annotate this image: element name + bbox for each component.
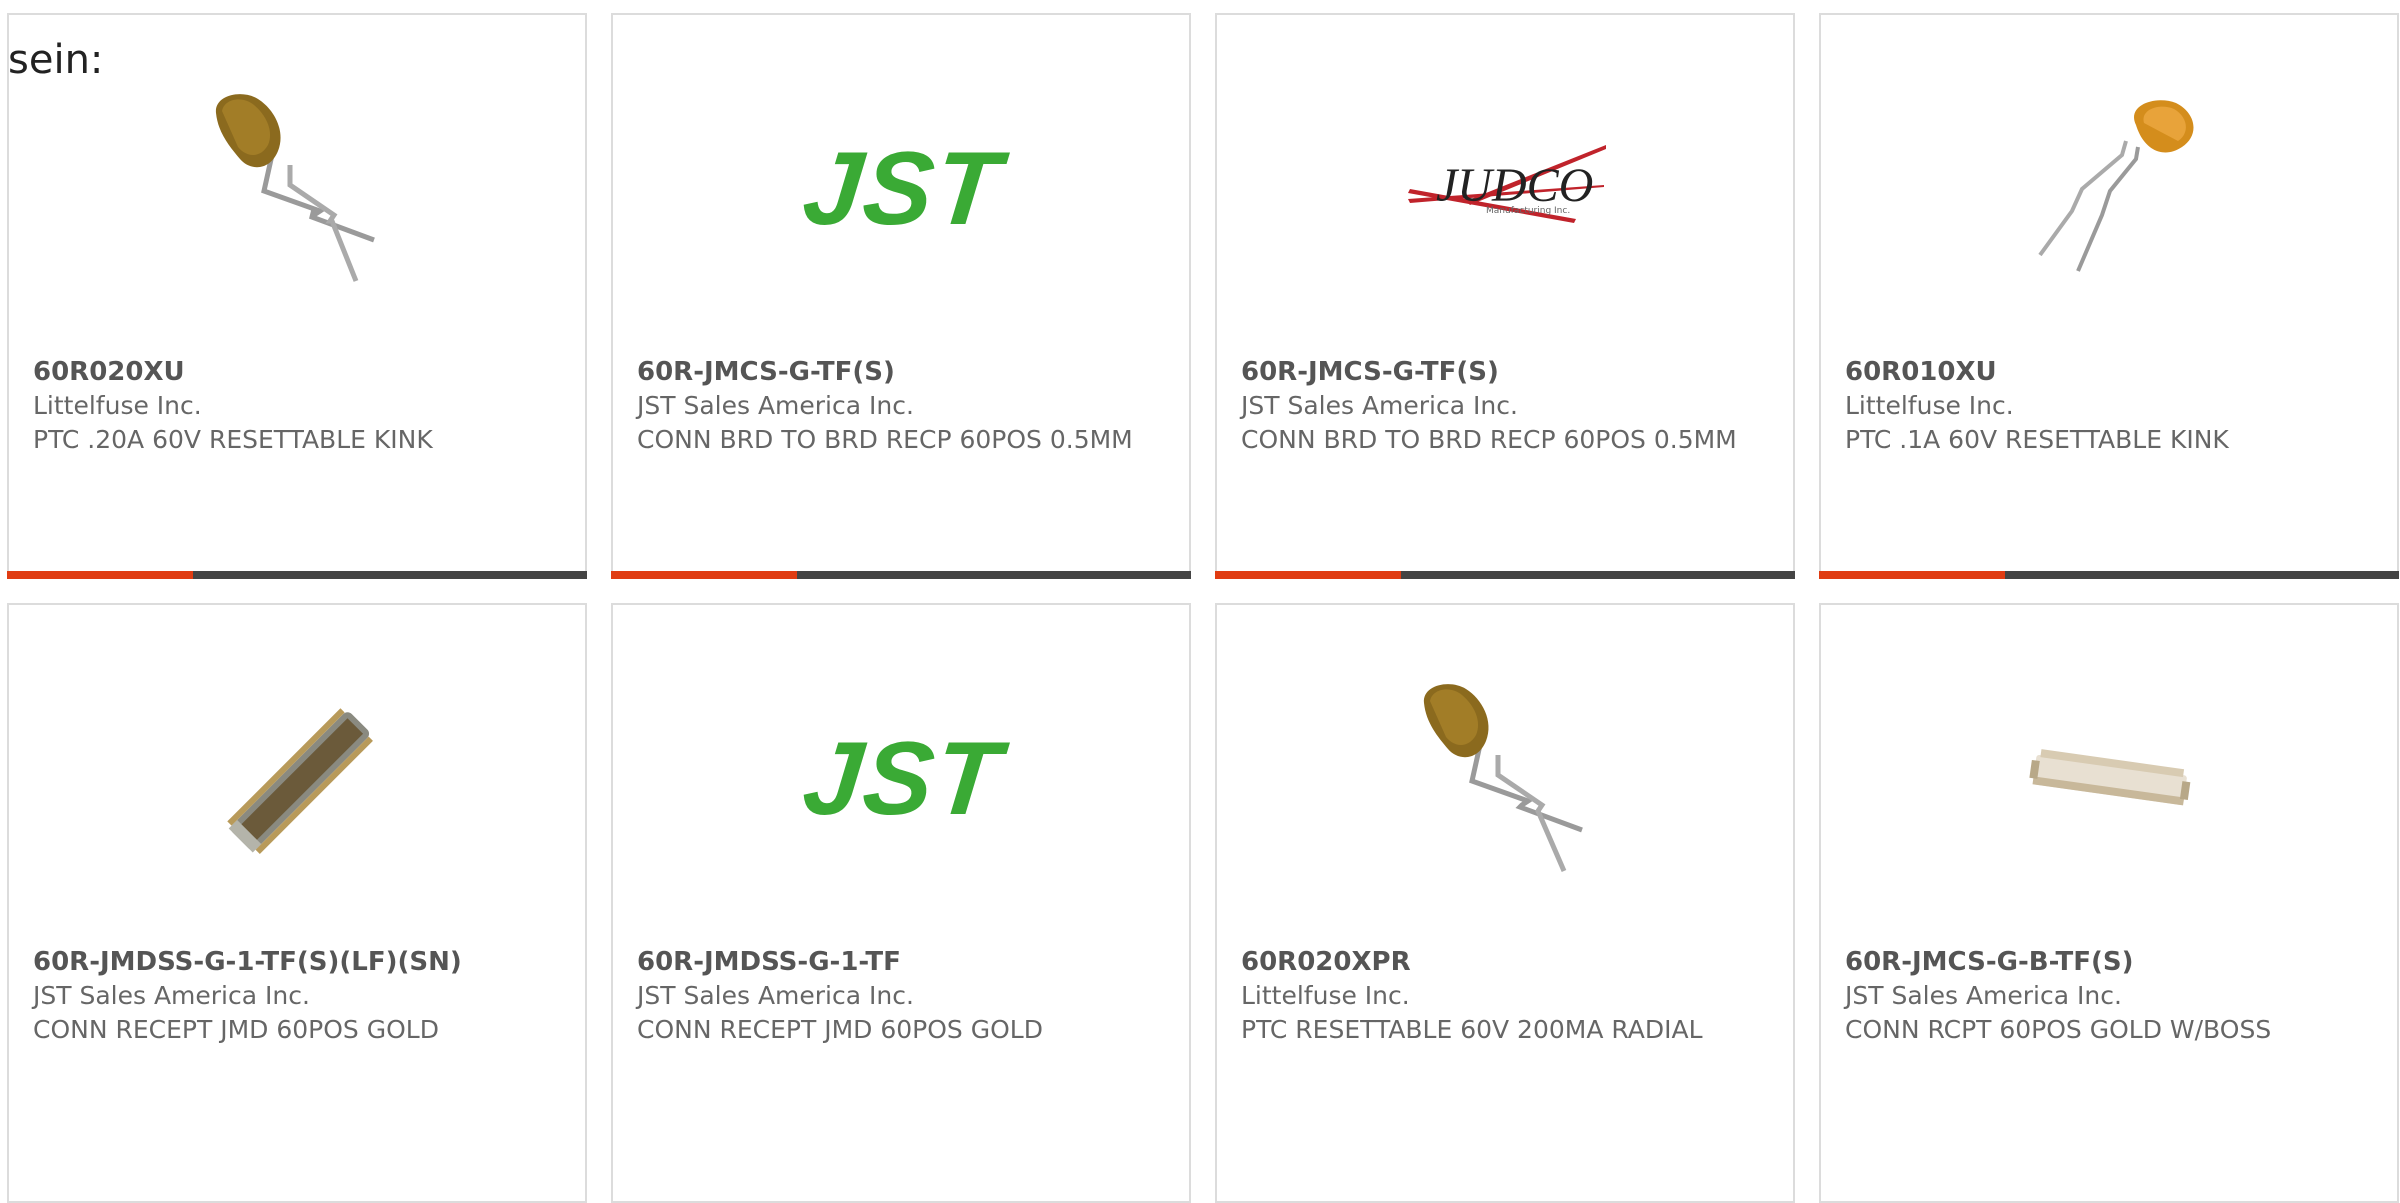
description: CONN BRD TO BRD RECP 60POS 0.5MM (1241, 425, 1737, 454)
part-number[interactable]: 60R-JMCS-G-TF(S) (637, 355, 1165, 389)
product-card[interactable]: 60R-JMDSS-G-1-TF(S)(LF)(SN) JST Sales Am… (7, 603, 587, 1203)
description: CONN RECEPT JMD 60POS GOLD (637, 1015, 1043, 1044)
product-card[interactable]: JUDCO Manufacturing Inc. 60R-JMCS-G-TF(S… (1215, 13, 1795, 579)
judco-logo-subtext: Manufacturing Inc. (1486, 206, 1570, 216)
manufacturer: JST Sales America Inc. (637, 391, 914, 420)
ptc-fuse-icon[interactable] (194, 85, 402, 293)
part-number[interactable]: 60R-JMCS-G-B-TF(S) (1845, 945, 2373, 979)
manufacturer: Littelfuse Inc. (1241, 981, 1410, 1010)
part-number[interactable]: 60R-JMCS-G-TF(S) (1241, 355, 1769, 389)
intro-text: sein: (8, 37, 104, 83)
product-card[interactable]: 60R010XU Littelfuse Inc. PTC .1A 60V RES… (1819, 13, 2399, 579)
judco-logo[interactable]: JUDCO Manufacturing Inc. (1402, 85, 1610, 293)
judco-logo-text: JUDCO (1436, 159, 1593, 212)
progress-bar (611, 571, 1191, 579)
part-number[interactable]: 60R-JMDSS-G-1-TF (637, 945, 1165, 979)
progress-fill (7, 571, 193, 579)
manufacturer: JST Sales America Inc. (637, 981, 914, 1010)
description: PTC RESETTABLE 60V 200MA RADIAL (1241, 1015, 1703, 1044)
progress-bar (1215, 571, 1795, 579)
product-grid: 60R020XU Littelfuse Inc. PTC .20A 60V RE… (7, 13, 2400, 1203)
product-info: 60R-JMDSS-G-1-TF(S)(LF)(SN) JST Sales Am… (33, 945, 561, 1047)
description: CONN BRD TO BRD RECP 60POS 0.5MM (637, 425, 1133, 454)
manufacturer: JST Sales America Inc. (33, 981, 310, 1010)
product-card[interactable]: 60R020XU Littelfuse Inc. PTC .20A 60V RE… (7, 13, 587, 579)
description: CONN RECEPT JMD 60POS GOLD (33, 1015, 439, 1044)
jst-logo[interactable]: JST (797, 675, 1007, 883)
progress-bar (7, 571, 587, 579)
product-card[interactable]: JST 60R-JMDSS-G-1-TF JST Sales America I… (611, 603, 1191, 1203)
product-info: 60R-JMCS-G-TF(S) JST Sales America Inc. … (1241, 355, 1769, 457)
product-info: 60R010XU Littelfuse Inc. PTC .1A 60V RES… (1845, 355, 2373, 457)
progress-bar (1819, 571, 2399, 579)
product-info: 60R-JMCS-G-TF(S) JST Sales America Inc. … (637, 355, 1165, 457)
product-card[interactable]: 60R-JMCS-G-B-TF(S) JST Sales America Inc… (1819, 603, 2399, 1203)
part-number[interactable]: 60R020XPR (1241, 945, 1769, 979)
progress-fill (1819, 571, 2005, 579)
part-number[interactable]: 60R010XU (1845, 355, 2373, 389)
part-number[interactable]: 60R-JMDSS-G-1-TF(S)(LF)(SN) (33, 945, 561, 979)
product-info: 60R020XPR Littelfuse Inc. PTC RESETTABLE… (1241, 945, 1769, 1047)
connector-icon[interactable] (194, 675, 402, 883)
ptc-fuse-icon[interactable] (1402, 675, 1610, 883)
jst-logo[interactable]: JST (797, 85, 1007, 293)
ptc-fuse-orange-icon[interactable] (2006, 85, 2214, 293)
part-number[interactable]: 60R020XU (33, 355, 561, 389)
progress-fill (1215, 571, 1401, 579)
product-card[interactable]: JST 60R-JMCS-G-TF(S) JST Sales America I… (611, 13, 1191, 579)
progress-fill (611, 571, 797, 579)
manufacturer: Littelfuse Inc. (33, 391, 202, 420)
product-info: 60R-JMDSS-G-1-TF JST Sales America Inc. … (637, 945, 1165, 1047)
product-card[interactable]: 60R020XPR Littelfuse Inc. PTC RESETTABLE… (1215, 603, 1795, 1203)
manufacturer: JST Sales America Inc. (1845, 981, 2122, 1010)
description: CONN RCPT 60POS GOLD W/BOSS (1845, 1015, 2272, 1044)
board-connector-icon[interactable] (2006, 675, 2214, 883)
description: PTC .1A 60V RESETTABLE KINK (1845, 425, 2229, 454)
description: PTC .20A 60V RESETTABLE KINK (33, 425, 433, 454)
manufacturer: JST Sales America Inc. (1241, 391, 1518, 420)
jst-logo-text: JST (797, 130, 1007, 247)
jst-logo-text: JST (797, 720, 1007, 837)
product-info: 60R-JMCS-G-B-TF(S) JST Sales America Inc… (1845, 945, 2373, 1047)
manufacturer: Littelfuse Inc. (1845, 391, 2014, 420)
product-info: 60R020XU Littelfuse Inc. PTC .20A 60V RE… (33, 355, 561, 457)
